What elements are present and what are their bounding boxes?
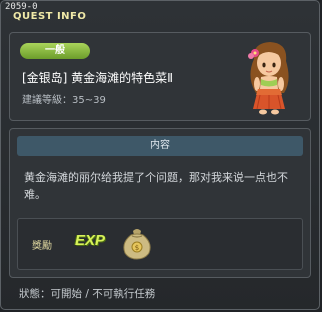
quest-status: 狀態：可開始 / 不可執行任務 <box>19 286 155 301</box>
meso-bag-icon: $ <box>123 229 151 260</box>
quest-info-window: 2059-0 QUEST INFO 一般 [金银岛] 黄金海滩的特色菜Ⅱ 建議等… <box>0 0 320 310</box>
exp-icon: EXP <box>75 232 106 249</box>
recommended-level: 建議等級：35~39 <box>22 91 106 106</box>
category-badge: 一般 <box>20 43 90 59</box>
status-label: 狀態： <box>19 288 51 300</box>
reward-box: 獎勵 EXP $ <box>17 218 303 270</box>
quest-summary-panel: 一般 [金银岛] 黄金海滩的特色菜Ⅱ 建議等級：35~39 <box>9 32 311 121</box>
quest-content-panel: 内容 黄金海滩的丽尔给我提了个问题，那对我来说一点也不难。 獎勵 EXP $ <box>9 128 311 278</box>
npc-girl-portrait-icon <box>248 42 289 115</box>
quest-description: 黄金海滩的丽尔给我提了个问题，那对我来说一点也不难。 <box>24 171 288 201</box>
quest-name: [金银岛] 黄金海滩的特色菜Ⅱ <box>22 71 174 85</box>
level-label: 建議等級： <box>22 95 72 106</box>
level-range: 35~39 <box>72 95 106 106</box>
content-header: 内容 <box>17 136 303 156</box>
status-value: 可開始 / 不可執行任務 <box>50 288 156 300</box>
window-title: QUEST INFO <box>13 11 87 22</box>
svg-text:$: $ <box>135 244 139 252</box>
reward-label: 獎勵 <box>32 241 52 252</box>
